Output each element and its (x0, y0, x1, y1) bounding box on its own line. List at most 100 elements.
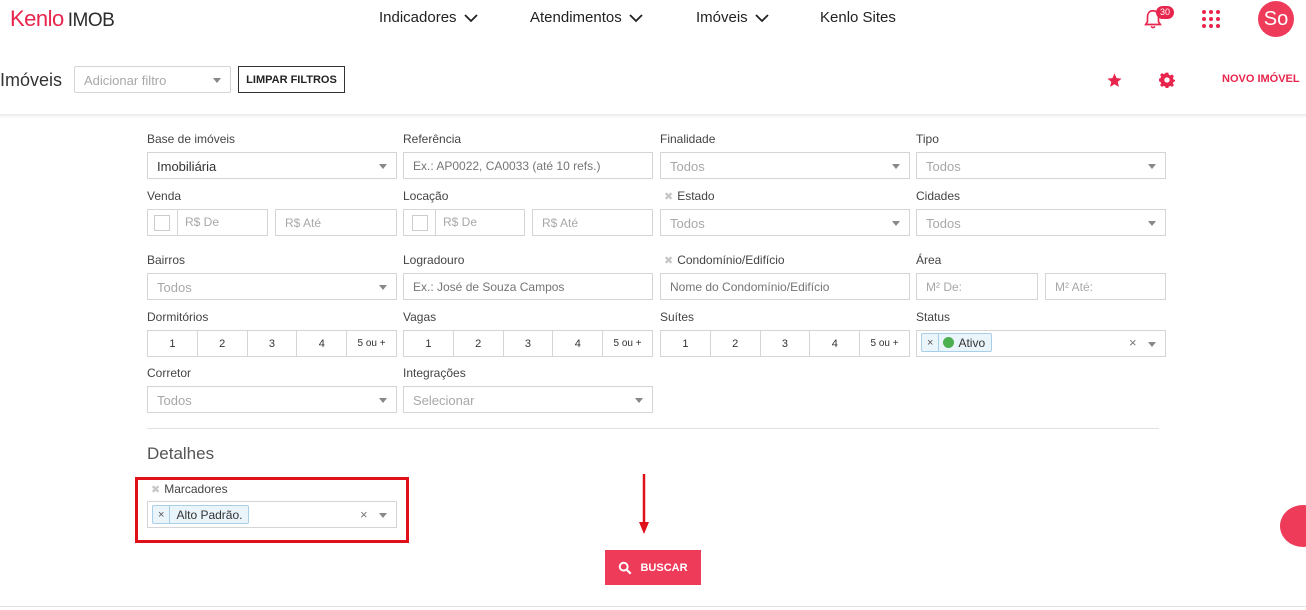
section-divider (147, 428, 1159, 429)
integracoes-label: Integrações (403, 366, 466, 380)
vagas-label: Vagas (403, 310, 437, 324)
remove-tag-icon[interactable]: × (922, 334, 940, 351)
nav-imoveis[interactable]: Imóveis (696, 9, 770, 26)
arrow-down-icon (639, 474, 649, 534)
caret-down-icon (892, 164, 900, 169)
caret-down-icon (635, 398, 643, 403)
locacao-label: Locação (403, 189, 449, 203)
corretor-value: Todos (157, 393, 192, 408)
venda-checkbox[interactable] (154, 215, 170, 231)
finalidade-value: Todos (670, 159, 705, 174)
finalidade-select[interactable]: Todos (660, 152, 910, 179)
suites-option[interactable]: 2 (711, 331, 761, 356)
clear-selection-icon[interactable]: × (1129, 335, 1137, 350)
page-title: Imóveis (0, 70, 63, 90)
integracoes-select[interactable]: Selecionar (403, 386, 653, 413)
help-fab[interactable] (1280, 505, 1306, 547)
dormitorios-label: Dormitórios (147, 310, 209, 324)
estado-select[interactable]: Todos (660, 209, 910, 236)
condominio-label: ✖ Condomínio/Edifício (664, 253, 785, 267)
dormitorios-option[interactable]: 1 (148, 331, 198, 356)
nav-atendimentos[interactable]: Atendimentos (530, 9, 644, 26)
nav-indicadores[interactable]: Indicadores (379, 9, 479, 26)
caret-down-icon (1148, 342, 1156, 347)
vagas-option[interactable]: 1 (404, 331, 454, 356)
dormitorios-selector: 1 2 3 4 5 ou + (147, 330, 397, 357)
dormitorios-option[interactable]: 2 (198, 331, 248, 356)
condominio-input[interactable] (660, 273, 910, 300)
tipo-value: Todos (926, 159, 961, 174)
vagas-selector: 1 2 3 4 5 ou + (403, 330, 653, 357)
suites-option[interactable]: 5 ou + (860, 331, 909, 356)
avatar[interactable]: So (1258, 1, 1294, 37)
suites-label: Suítes (660, 310, 695, 324)
caret-down-icon (379, 398, 387, 403)
locacao-checkbox[interactable] (412, 215, 428, 231)
suites-option[interactable]: 4 (810, 331, 861, 356)
clear-filters-button[interactable]: LIMPAR FILTROS (238, 66, 345, 93)
vagas-option[interactable]: 5 ou + (603, 331, 652, 356)
apps-grid-icon[interactable] (1202, 10, 1220, 28)
remove-filter-icon[interactable]: ✖ (664, 255, 673, 267)
dormitorios-option[interactable]: 5 ou + (347, 331, 396, 356)
star-icon[interactable] (1106, 72, 1123, 89)
search-button[interactable]: BUSCAR (605, 550, 701, 585)
nav-atendimentos-label: Atendimentos (530, 9, 622, 26)
caret-down-icon (1148, 221, 1156, 226)
bairros-label: Bairros (147, 253, 186, 267)
status-tag: × Ativo (921, 333, 993, 352)
tipo-select[interactable]: Todos (916, 152, 1166, 179)
chevron-down-icon (463, 13, 478, 22)
area-to-input[interactable]: M² Até: (1045, 273, 1166, 300)
vagas-option[interactable]: 3 (504, 331, 554, 356)
tipo-label: Tipo (916, 132, 939, 146)
base-value: Imobiliária (157, 159, 217, 174)
logradouro-input[interactable] (403, 273, 653, 300)
cidades-select[interactable]: Todos (916, 209, 1166, 236)
estado-value: Todos (670, 216, 705, 231)
add-filter-select[interactable]: Adicionar filtro (74, 66, 231, 93)
highlight-box (135, 477, 409, 543)
integracoes-value: Selecionar (413, 393, 475, 408)
area-from-input[interactable]: M² De: (916, 273, 1038, 300)
nav-kenlo-sites[interactable]: Kenlo Sites (820, 9, 896, 26)
nav-imoveis-label: Imóveis (696, 9, 748, 26)
dormitorios-option[interactable]: 3 (248, 331, 298, 356)
finalidade-label: Finalidade (660, 132, 716, 146)
suites-option[interactable]: 1 (661, 331, 711, 356)
caret-down-icon (213, 78, 221, 83)
corretor-label: Corretor (147, 366, 192, 380)
kenlo-logo[interactable]: Kenlo IMOB (10, 6, 115, 32)
locacao-to-input[interactable]: R$ Até (532, 209, 653, 236)
new-property-link[interactable]: NOVO IMÓVEL (1222, 73, 1300, 85)
search-button-label: BUSCAR (640, 561, 688, 574)
footer-divider (0, 606, 1306, 607)
suites-selector: 1 2 3 4 5 ou + (660, 330, 910, 357)
chevron-down-icon (629, 13, 643, 22)
caret-down-icon (892, 221, 900, 226)
venda-label: Venda (147, 189, 182, 203)
venda-to-input[interactable]: R$ Até (275, 209, 397, 236)
referencia-input[interactable] (403, 152, 653, 179)
add-filter-placeholder: Adicionar filtro (84, 73, 167, 88)
estado-label: ✖ Estado (664, 189, 715, 203)
header-divider (0, 114, 1306, 118)
base-select[interactable]: Imobiliária (147, 152, 397, 179)
caret-down-icon (379, 285, 387, 290)
chevron-down-icon (755, 13, 769, 22)
nav-kenlo-sites-label: Kenlo Sites (820, 9, 896, 26)
venda-from-input[interactable]: R$ De (185, 215, 219, 229)
status-tag-label: Ativo (958, 335, 986, 350)
bairros-select[interactable]: Todos (147, 273, 397, 300)
gear-icon[interactable] (1159, 72, 1175, 88)
locacao-from-input[interactable]: R$ De (443, 215, 477, 229)
status-label: Status (916, 310, 951, 324)
top-navbar: Kenlo IMOB Indicadores Atendimentos Imóve… (0, 0, 1306, 40)
vagas-option[interactable]: 4 (553, 331, 604, 356)
suites-option[interactable]: 3 (761, 331, 811, 356)
dormitorios-option[interactable]: 4 (297, 331, 348, 356)
cidades-label: Cidades (916, 189, 961, 203)
remove-filter-icon[interactable]: ✖ (664, 191, 673, 203)
corretor-select[interactable]: Todos (147, 386, 397, 413)
vagas-option[interactable]: 2 (454, 331, 504, 356)
